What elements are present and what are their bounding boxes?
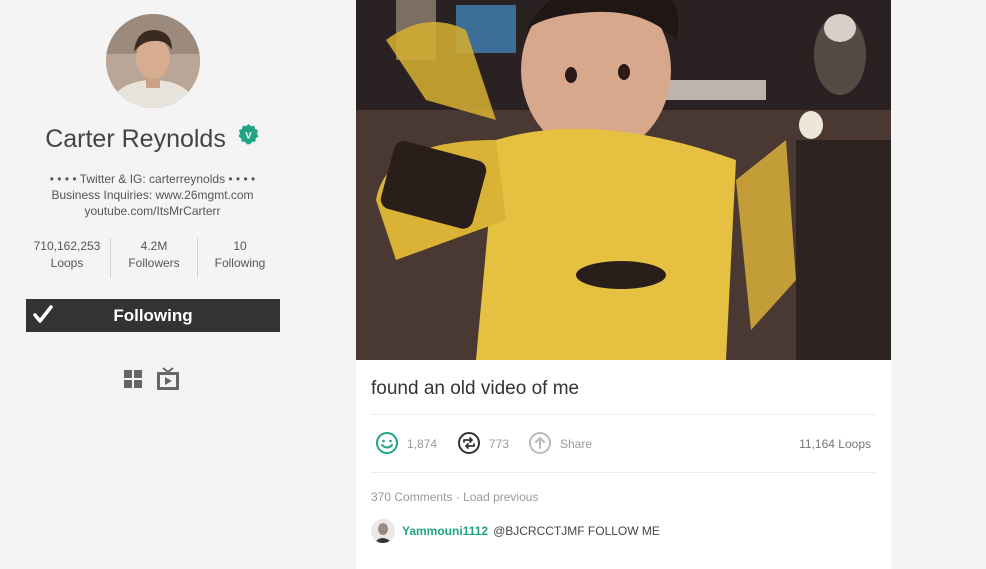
profile-avatar[interactable] — [106, 14, 200, 108]
comments-meta: 370 Comments · Load previous — [371, 490, 538, 504]
grid-view-icon[interactable] — [122, 368, 144, 395]
like-count: 1,874 — [407, 437, 438, 451]
profile-name-row: Carter Reynolds V — [0, 124, 305, 154]
comments-count[interactable]: 370 Comments — [371, 490, 452, 504]
revine-icon — [457, 431, 481, 458]
load-previous-link[interactable]: Load previous — [463, 490, 538, 504]
comment-item: Yammouni1112 @BJCRCCTJMF FOLLOW ME — [371, 519, 660, 543]
bio-line-business: Business Inquiries: www.26mgmt.com — [51, 188, 254, 202]
post-caption: found an old video of me — [371, 378, 580, 399]
loop-label: Loops — [838, 437, 871, 451]
following-button[interactable]: Following — [26, 299, 280, 332]
stat-followers[interactable]: 4.2M Followers — [110, 238, 197, 278]
stat-following-label: Following — [214, 256, 266, 270]
post-actions: 1,874 773 Share 11,164 Loops — [371, 430, 876, 458]
smiley-like-icon — [375, 431, 399, 458]
post-panel: found an old video of me 1,874 773 Share… — [356, 0, 891, 569]
divider — [371, 472, 876, 473]
profile-stats: 710,162,253 Loops 4.2M Followers 10 Foll… — [24, 238, 286, 278]
loop-counter: 11,164 Loops — [799, 430, 871, 458]
following-button-label: Following — [113, 305, 193, 325]
stat-loops-label: Loops — [50, 256, 84, 270]
verified-badge-icon: V — [237, 123, 260, 153]
avatar-photo — [106, 14, 200, 108]
tv-view-icon[interactable] — [156, 366, 180, 397]
comment-avatar[interactable] — [371, 519, 395, 543]
separator-dot: · — [455, 490, 464, 504]
profile-sidebar: Carter Reynolds V • • • • Twitter & IG: … — [0, 0, 305, 569]
stat-followers-label: Followers — [128, 256, 180, 270]
revine-button[interactable]: 773 — [457, 430, 509, 458]
view-toggle — [122, 366, 180, 397]
share-label: Share — [560, 437, 593, 451]
profile-name: Carter Reynolds — [45, 125, 226, 153]
like-button[interactable]: 1,874 — [375, 430, 437, 458]
revine-count: 773 — [489, 437, 510, 451]
checkmark-icon — [32, 304, 54, 331]
video-frame — [356, 0, 891, 360]
svg-text:V: V — [245, 131, 252, 142]
stat-followers-value: 4.2M — [140, 239, 168, 253]
stat-following[interactable]: 10 Following — [197, 238, 282, 278]
divider — [371, 414, 876, 415]
stat-following-value: 10 — [233, 239, 247, 253]
video-player[interactable] — [356, 0, 891, 360]
loop-count: 11,164 — [799, 437, 835, 451]
share-button[interactable]: Share — [528, 430, 592, 458]
stat-loops: 710,162,253 Loops — [24, 238, 110, 278]
comment-text: @BJCRCCTJMF FOLLOW ME — [493, 524, 660, 538]
stat-loops-value: 710,162,253 — [33, 239, 101, 253]
share-icon — [528, 431, 552, 458]
profile-bio: • • • • Twitter & IG: carterreynolds • •… — [0, 171, 305, 219]
bio-line-twitter: • • • • Twitter & IG: carterreynolds • •… — [49, 172, 256, 186]
comment-username[interactable]: Yammouni1112 — [402, 524, 488, 538]
bio-line-youtube: youtube.com/ItsMrCarterr — [84, 204, 221, 218]
